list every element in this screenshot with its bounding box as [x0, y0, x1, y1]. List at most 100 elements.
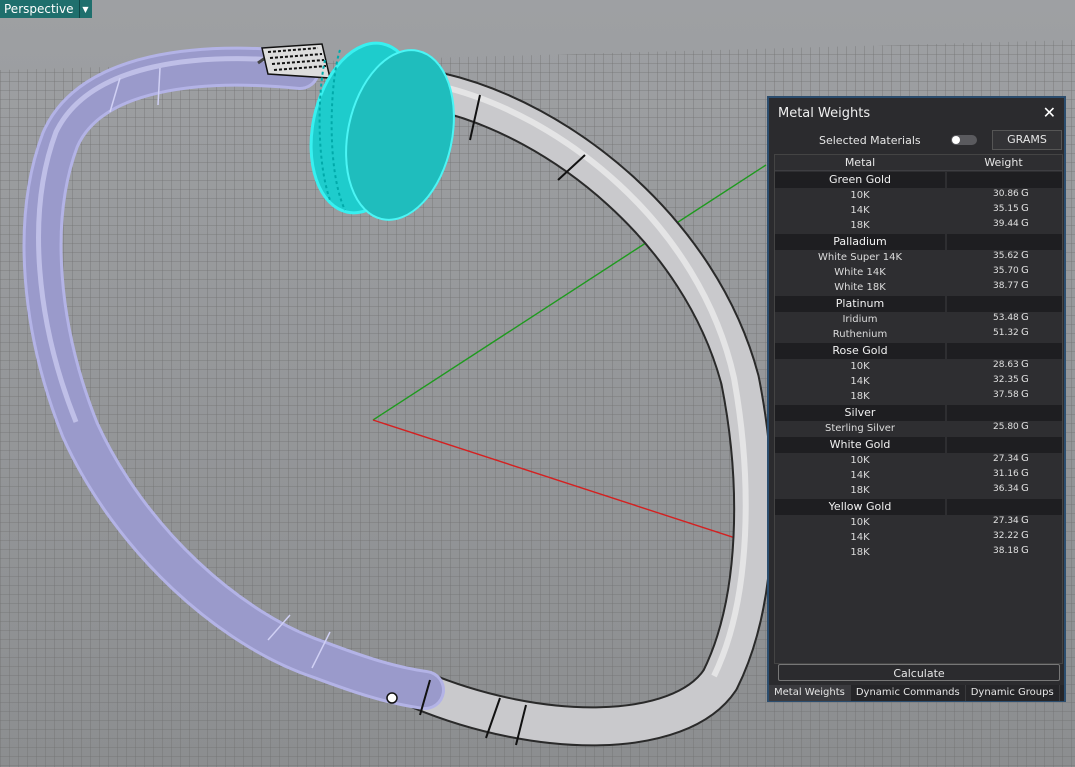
column-header-weight[interactable]: Weight — [945, 155, 1062, 170]
column-header-metal[interactable]: Metal — [775, 155, 945, 170]
weight-value: 27.34 — [993, 516, 1019, 526]
table-row[interactable]: 18K 37.58 G — [775, 389, 1062, 404]
table-row[interactable]: 10K 27.34 G — [775, 515, 1062, 530]
weight-unit: G — [1021, 530, 1029, 541]
group-name: White Gold — [775, 437, 945, 453]
metal-name: White Super 14K — [817, 252, 902, 263]
units-button[interactable]: GRAMS — [992, 130, 1062, 150]
table-row[interactable]: White 18K 38.77 G — [775, 280, 1062, 295]
weight-value: 38.77 — [993, 281, 1019, 291]
metal-name: 18K — [850, 547, 870, 558]
metal-name: Iridium — [842, 314, 878, 325]
group-row[interactable]: Palladium — [775, 234, 1062, 250]
table-row[interactable]: 18K 39.44 G — [775, 218, 1062, 233]
weight-unit: G — [1021, 468, 1029, 479]
table-row[interactable]: 10K 30.86 G — [775, 188, 1062, 203]
weight-unit: G — [1021, 250, 1029, 261]
tab-dynamic-groups[interactable]: Dynamic Groups — [966, 685, 1060, 701]
weight-cell: 31.16 G — [945, 468, 1062, 483]
table-row[interactable]: 14K 32.35 G — [775, 374, 1062, 389]
group-weight-cell — [947, 296, 1062, 312]
group-name: Platinum — [775, 296, 945, 312]
metal-name: 10K — [850, 190, 870, 201]
weight-cell: 51.32 G — [945, 327, 1062, 342]
weight-unit: G — [1021, 265, 1029, 276]
weight-value: 51.32 — [993, 328, 1019, 338]
chevron-down-icon[interactable]: ▼ — [78, 0, 92, 18]
weight-unit: G — [1021, 515, 1029, 526]
group-name: Silver — [775, 405, 945, 421]
table-row[interactable]: Sterling Silver 25.80 G — [775, 421, 1062, 436]
weight-cell: 53.48 G — [945, 312, 1062, 327]
viewport-name[interactable]: Perspective — [0, 0, 79, 18]
table-row[interactable]: 14K 32.22 G — [775, 530, 1062, 545]
group-weight-cell — [947, 437, 1062, 453]
table-row[interactable]: White Super 14K 35.62 G — [775, 250, 1062, 265]
weight-unit: G — [1021, 188, 1029, 199]
weight-value: 35.15 — [993, 204, 1019, 214]
group-name: Yellow Gold — [775, 499, 945, 515]
weight-unit: G — [1021, 359, 1029, 370]
table-row[interactable]: 10K 27.34 G — [775, 453, 1062, 468]
weight-cell: 32.22 G — [945, 530, 1062, 545]
group-weight-cell — [947, 234, 1062, 250]
weight-value: 28.63 — [993, 360, 1019, 370]
weight-cell: 38.18 G — [945, 545, 1062, 560]
tab-metal-weights[interactable]: Metal Weights — [769, 685, 851, 701]
table-row[interactable]: 14K 31.16 G — [775, 468, 1062, 483]
group-name: Rose Gold — [775, 343, 945, 359]
weight-cell: 25.80 G — [945, 421, 1062, 436]
group-weight-cell — [947, 499, 1062, 515]
weight-value: 38.18 — [993, 546, 1019, 556]
weight-value: 39.44 — [993, 219, 1019, 229]
group-row[interactable]: White Gold — [775, 437, 1062, 453]
tab-dynamic-commands[interactable]: Dynamic Commands — [851, 685, 966, 701]
table-row[interactable]: White 14K 35.70 G — [775, 265, 1062, 280]
weight-cell: 37.58 G — [945, 389, 1062, 404]
metal-name: 10K — [850, 517, 870, 528]
table-row[interactable]: Ruthenium 51.32 G — [775, 327, 1062, 342]
metal-weights-panel: Metal Weights ✕ Selected Materials GRAMS… — [767, 96, 1066, 702]
table-row[interactable]: 10K 28.63 G — [775, 359, 1062, 374]
group-row[interactable]: Rose Gold — [775, 343, 1062, 359]
group-row[interactable]: Silver — [775, 405, 1062, 421]
weight-value: 27.34 — [993, 454, 1019, 464]
weight-value: 32.35 — [993, 375, 1019, 385]
weight-unit: G — [1021, 280, 1029, 291]
close-icon[interactable]: ✕ — [1043, 103, 1056, 122]
weight-value: 35.62 — [993, 251, 1019, 261]
weight-cell: 35.15 G — [945, 203, 1062, 218]
viewport-title-tab[interactable]: Perspective ▼ — [0, 0, 92, 18]
metal-name: 14K — [850, 532, 870, 543]
metal-name: 18K — [850, 391, 870, 402]
group-name: Green Gold — [775, 172, 945, 188]
group-weight-cell — [947, 343, 1062, 359]
table-row[interactable]: Iridium 53.48 G — [775, 312, 1062, 327]
group-row[interactable]: Green Gold — [775, 172, 1062, 188]
weight-cell: 27.34 G — [945, 453, 1062, 468]
weight-cell: 35.62 G — [945, 250, 1062, 265]
table-row[interactable]: 18K 36.34 G — [775, 483, 1062, 498]
weight-unit: G — [1021, 312, 1029, 323]
metal-name: 18K — [850, 220, 870, 231]
weight-cell: 36.34 G — [945, 483, 1062, 498]
selected-materials-toggle[interactable] — [951, 135, 977, 145]
table-row[interactable]: 18K 38.18 G — [775, 545, 1062, 560]
metal-name: Ruthenium — [832, 329, 888, 340]
group-row[interactable]: Yellow Gold — [775, 499, 1062, 515]
toggle-knob — [952, 136, 960, 144]
weight-unit: G — [1021, 203, 1029, 214]
weight-cell: 28.63 G — [945, 359, 1062, 374]
panel-tabs: Metal Weights Dynamic Commands Dynamic Gro… — [769, 685, 1064, 701]
weight-value: 31.16 — [993, 469, 1019, 479]
group-row[interactable]: Platinum — [775, 296, 1062, 312]
weight-value: 25.80 — [993, 422, 1019, 432]
weight-value: 36.34 — [993, 484, 1019, 494]
weight-unit: G — [1021, 327, 1029, 338]
metal-name: White 14K — [834, 267, 886, 278]
weight-value: 53.48 — [993, 313, 1019, 323]
calculate-button[interactable]: Calculate — [778, 664, 1060, 681]
group-name: Palladium — [775, 234, 945, 250]
table-row[interactable]: 14K 35.15 G — [775, 203, 1062, 218]
weight-unit: G — [1021, 545, 1029, 556]
